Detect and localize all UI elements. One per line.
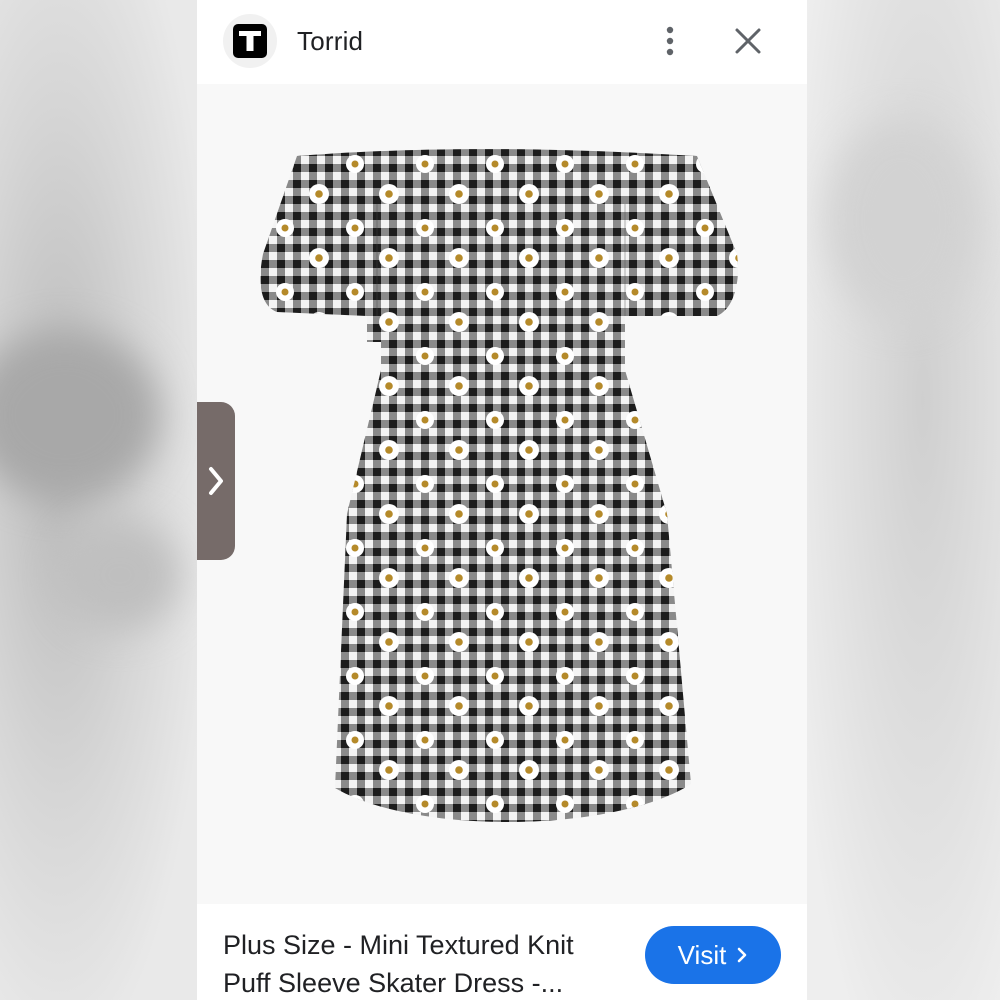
image-preview-card: Torrid Plus Size - Mini Textured Knit Pu… — [197, 0, 807, 1000]
close-icon[interactable] — [733, 26, 763, 56]
product-title[interactable]: Plus Size - Mini Textured Knit Puff Slee… — [223, 926, 623, 1000]
chevron-right-icon — [209, 467, 223, 495]
product-footer: Plus Size - Mini Textured Knit Puff Slee… — [197, 904, 807, 1000]
site-name[interactable]: Torrid — [297, 26, 363, 57]
product-title-line-2: Puff Sleeve Skater Dress -... — [223, 968, 564, 998]
more-vert-icon[interactable] — [657, 24, 683, 58]
dress-image — [260, 149, 739, 823]
torrid-logo-icon — [233, 24, 267, 58]
background-blur-left — [0, 0, 197, 1000]
site-logo[interactable] — [223, 14, 277, 68]
next-image-button[interactable] — [197, 402, 235, 560]
preview-header: Torrid — [197, 0, 807, 84]
product-title-line-1: Plus Size - Mini Textured Knit — [223, 930, 574, 960]
background-blur-right — [807, 0, 1000, 1000]
dress-shape — [260, 149, 739, 823]
visit-button[interactable]: Visit — [645, 926, 781, 984]
chevron-right-icon — [738, 947, 747, 963]
product-image[interactable] — [197, 84, 807, 904]
visit-label: Visit — [677, 939, 727, 970]
